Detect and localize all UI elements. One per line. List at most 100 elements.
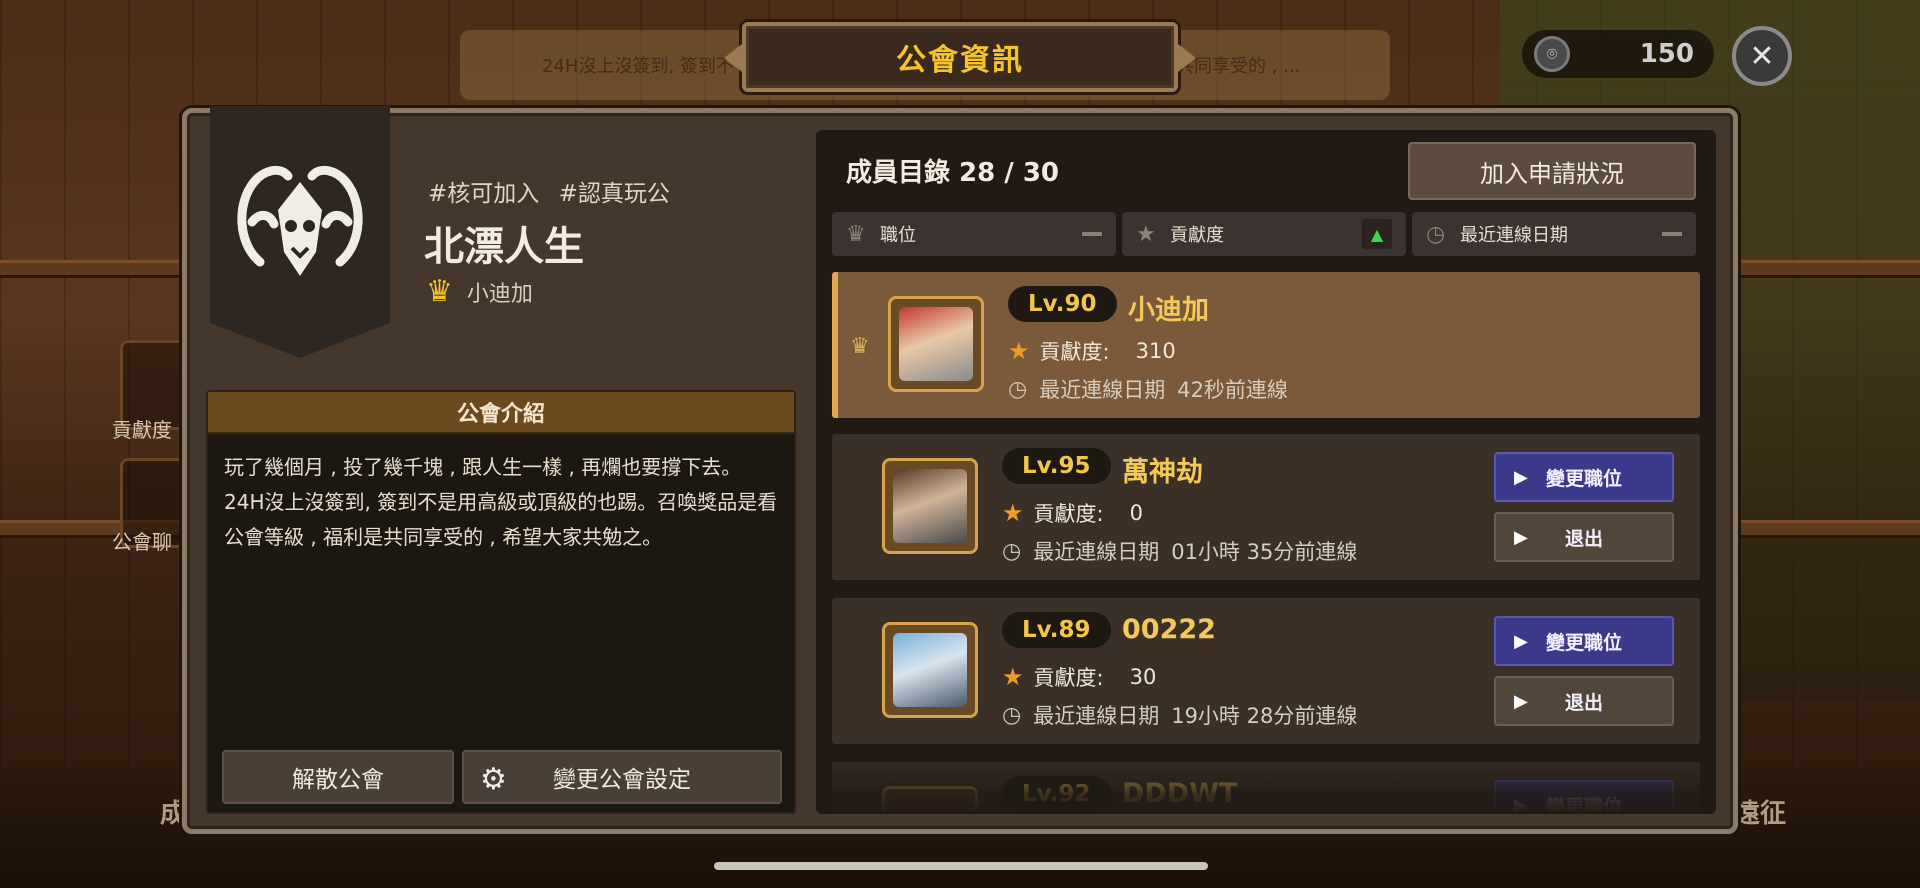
member-contribution: ★ 貢獻度: 0 [1002,498,1143,528]
coin-icon: ⌾ [1534,36,1570,72]
intro-line: 24H沒上沒簽到, 簽到不是用高級或頂級的也踢。召喚獎品是看 [224,490,778,514]
member-avatar [882,786,978,814]
background-side-label: 公會聊 [112,530,172,554]
home-indicator[interactable] [714,862,1208,870]
guild-emblem-icon [237,165,363,276]
crown-icon: ♛ [850,334,870,359]
member-last-online: ◷ 最近連線日期 01小時 35分前連線 [1002,536,1357,566]
guild-tags: #核可加入 #認真玩公 [428,174,682,208]
change-role-label: 變更職位 [1545,467,1622,490]
intro-line: 公會等級 , 福利是共同享受的 , 希望大家共勉之。 [224,525,663,549]
join-requests-button[interactable]: 加入申請狀況 [1408,142,1696,200]
background-notice-text: 24H沒上沒簽到, 簽到不 [542,56,734,77]
member-level: Lv.90 [1008,286,1117,322]
kick-label: 退出 [1564,527,1603,550]
dissolve-guild-button[interactable]: 解散公會 [222,750,454,804]
star-icon: ★ [1002,663,1024,691]
sort-tab-role[interactable]: ♛ 職位 [832,212,1116,256]
guild-tag: #認真玩公 [558,181,670,207]
guild-name: 北漂人生 [424,224,584,270]
crown-icon: ♛ [846,221,866,247]
member-row[interactable]: Lv.92 DDDWT ▶ 變更職位 [832,762,1700,814]
guild-tag: #核可加入 [428,181,540,207]
last-online-value: 19小時 28分前連線 [1171,704,1358,728]
title-plate: 公會資訊 [724,22,1196,92]
close-button[interactable]: ✕ [1732,26,1792,86]
play-icon: ▶ [1514,795,1528,814]
play-icon: ▶ [1514,467,1528,488]
close-icon: ✕ [1749,38,1775,74]
change-role-button[interactable]: ▶ 變更職位 [1494,616,1674,666]
member-last-online: ◷ 最近連線日期 19小時 28分前連線 [1002,700,1357,730]
guild-intro-title: 公會介紹 [208,392,794,434]
guild-leader-name: 小迪加 [466,282,533,307]
change-role-button[interactable]: ▶ 變更職位 [1494,452,1674,502]
contribution-value: 310 [1135,339,1176,363]
sort-tab-label: 最近連線日期 [1460,225,1568,246]
member-level: Lv.92 [1002,776,1111,812]
clock-icon: ◷ [1002,538,1022,564]
contribution-value: 30 [1129,665,1157,689]
last-online-label: 最近連線日期 [1033,704,1160,728]
crown-icon: ♛ [426,274,453,309]
guild-leader: ♛ 小迪加 [426,276,533,308]
sort-off-icon [1662,232,1682,236]
sort-tab-last-online[interactable]: ◷ 最近連線日期 [1412,212,1696,256]
clock-icon: ◷ [1002,702,1022,728]
member-name: 萬神劫 [1122,457,1203,488]
guild-settings-button[interactable]: ⚙ 變更公會設定 [462,750,782,804]
member-list-panel: 成員目錄 28 / 30 加入申請狀況 ♛ 職位 ★ 貢獻度 ▲ ◷ 最近連線日… [816,130,1716,814]
star-icon: ★ [1136,221,1156,247]
member-row[interactable]: Lv.89 00222 ★ 貢獻度: 30 ◷ 最近連線日期 19小時 28分前… [832,598,1700,744]
sort-off-icon [1082,232,1102,236]
star-icon: ★ [1002,499,1024,527]
guild-intro-text: 玩了幾個月 , 投了幾千塊 , 跟人生一樣 , 再爛也要撐下去。 24H沒上沒簽… [208,434,794,571]
clock-icon: ◷ [1426,221,1446,247]
member-avatar [882,458,978,554]
play-icon: ▶ [1514,527,1528,548]
sort-ascending-icon: ▲ [1362,219,1392,249]
contribution-label: 貢獻度: [1039,340,1110,364]
member-level: Lv.89 [1002,612,1111,648]
sort-tab-label: 職位 [880,225,916,246]
last-online-value: 42秒前連線 [1177,378,1288,402]
last-online-label: 最近連線日期 [1039,378,1166,402]
intro-line: 玩了幾個月 , 投了幾千塊 , 跟人生一樣 , 再爛也要撐下去。 [224,455,742,479]
guild-settings-label: 變更公會設定 [553,767,691,793]
member-row[interactable]: Lv.95 萬神劫 ★ 貢獻度: 0 ◷ 最近連線日期 01小時 35分前連線 … [832,434,1700,580]
contribution-value: 0 [1129,501,1143,525]
member-name: DDDWT [1122,778,1238,809]
member-list-title: 成員目錄 28 / 30 [846,158,1060,188]
change-role-label: 變更職位 [1545,795,1622,815]
member-name: 小迪加 [1128,295,1209,326]
kick-label: 退出 [1564,691,1603,714]
gear-icon: ⚙ [480,762,507,797]
guild-emblem-banner [210,106,390,358]
last-online-label: 最近連線日期 [1033,540,1160,564]
member-row[interactable]: ♛ Lv.90 小迪加 ★ 貢獻度: 310 ◷ 最近連線日期 42秒前連線 [832,272,1700,418]
change-role-label: 變更職位 [1545,631,1622,654]
kick-member-button[interactable]: ▶ 退出 [1494,676,1674,726]
member-contribution: ★ 貢獻度: 30 [1002,662,1156,692]
contribution-label: 貢獻度: [1033,502,1104,526]
play-icon: ▶ [1514,691,1528,712]
member-contribution: ★ 貢獻度: 310 [1008,336,1176,366]
member-avatar [882,622,978,718]
clock-icon: ◷ [1008,376,1028,402]
sort-tab-contribution[interactable]: ★ 貢獻度 ▲ [1122,212,1406,256]
member-avatar [888,296,984,392]
last-online-value: 01小時 35分前連線 [1171,540,1358,564]
background-corner-label: 遠征 [1734,799,1787,829]
change-role-button[interactable]: ▶ 變更職位 [1494,780,1674,814]
member-last-online: ◷ 最近連線日期 42秒前連線 [1008,374,1288,404]
star-icon: ★ [1008,337,1030,365]
background-side-label: 貢獻度 [112,418,172,442]
currency-display: ⌾ 150 [1522,30,1714,78]
page-title: 公會資訊 [896,43,1024,78]
member-name: 00222 [1122,614,1216,645]
kick-member-button[interactable]: ▶ 退出 [1494,512,1674,562]
play-icon: ▶ [1514,631,1528,652]
currency-value: 150 [1639,39,1694,69]
member-level: Lv.95 [1002,448,1111,484]
contribution-label: 貢獻度: [1033,666,1104,690]
